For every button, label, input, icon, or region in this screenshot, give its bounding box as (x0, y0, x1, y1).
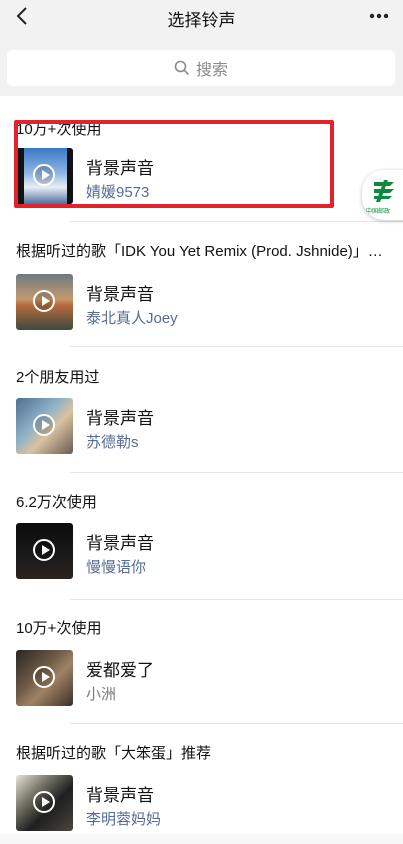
artist-name[interactable]: 泰北真人Joey (86, 307, 178, 328)
china-post-logo-icon (374, 180, 394, 202)
ringtone-section: 10万+次使用 爱都爱了 小洲 (0, 617, 403, 727)
song-title: 背景声音 (86, 786, 154, 805)
ringtone-item[interactable]: 背景声音 苏德勒s (16, 398, 396, 454)
play-icon (33, 414, 55, 436)
play-icon (33, 791, 55, 813)
song-title: 爱都爱了 (86, 661, 154, 680)
video-thumbnail[interactable] (16, 274, 73, 330)
search-placeholder: 搜索 (195, 62, 228, 79)
search-icon (174, 60, 190, 76)
song-title: 背景声音 (86, 285, 154, 304)
video-thumbnail[interactable] (16, 775, 73, 831)
artist-name[interactable]: 李明蓉妈妈 (86, 808, 161, 829)
song-title: 背景声音 (86, 409, 154, 428)
divider (70, 472, 403, 473)
play-icon (33, 666, 55, 688)
video-thumbnail[interactable] (16, 650, 73, 706)
china-post-floating-badge[interactable]: 中国邮政 (362, 170, 403, 220)
top-navigation-bar: 选择铃声 (0, 0, 403, 36)
ringtone-section: 2个朋友用过 背景声音 苏德勒s (0, 366, 403, 476)
video-thumbnail[interactable] (16, 523, 73, 579)
song-title: 背景声音 (86, 534, 154, 553)
more-dots-icon[interactable] (367, 6, 391, 26)
ringtone-section: 6.2万次使用 背景声音 慢慢语你 (0, 491, 403, 601)
highlight-box (14, 120, 334, 208)
divider (70, 346, 403, 347)
section-header: 根据听过的歌「IDK You Yet Remix (Prod. Jshnide)… (16, 243, 383, 260)
artist-name[interactable]: 苏德勒s (86, 431, 139, 452)
play-icon (33, 539, 55, 561)
ringtone-item[interactable]: 背景声音 慢慢语你 (16, 523, 396, 579)
divider (70, 723, 403, 724)
play-icon (33, 290, 55, 312)
section-header: 2个朋友用过 (16, 369, 100, 386)
ringtone-item[interactable]: 背景声音 李明蓉妈妈 (16, 775, 396, 831)
search-area: 搜索 (0, 36, 403, 96)
ringtone-item[interactable]: 爱都爱了 小洲 (16, 650, 396, 706)
ringtone-item[interactable]: 背景声音 泰北真人Joey (16, 274, 396, 330)
page-title: 选择铃声 (167, 11, 236, 30)
divider (70, 599, 403, 600)
artist-name[interactable]: 慢慢语你 (86, 556, 146, 577)
artist-name[interactable]: 小洲 (86, 683, 116, 704)
bottom-edge (0, 834, 403, 844)
section-header: 10万+次使用 (16, 620, 102, 637)
divider (70, 221, 403, 222)
ringtone-section: 根据听过的歌「大笨蛋」推荐 背景声音 李明蓉妈妈 (0, 742, 403, 842)
ringtone-section: 根据听过的歌「IDK You Yet Remix (Prod. Jshnide)… (0, 240, 403, 350)
section-header: 根据听过的歌「大笨蛋」推荐 (16, 745, 212, 762)
badge-label: 中国邮政 (366, 209, 391, 215)
search-input[interactable]: 搜索 (7, 50, 395, 86)
section-header: 6.2万次使用 (16, 494, 97, 511)
video-thumbnail[interactable] (16, 398, 73, 454)
